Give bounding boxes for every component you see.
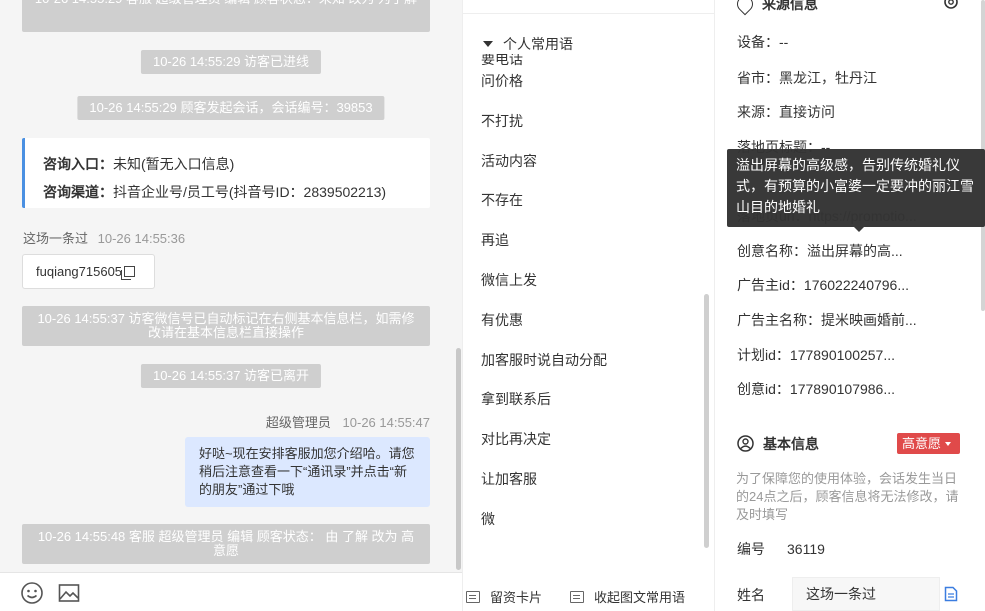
- lead-card-button[interactable]: 留资卡片: [466, 587, 542, 606]
- phrase-item[interactable]: 不打扰: [481, 110, 607, 150]
- phrase-item[interactable]: 不存在: [481, 189, 607, 229]
- phrase-item[interactable]: 对比再决定: [481, 428, 607, 468]
- entry-value: 未知(暂无入口信息): [113, 156, 235, 172]
- creative-name-tooltip: 溢出屏幕的高级感，告别传统婚礼仪式，有预算的小富婆一定要冲的丽江雪山目的地婚礼: [727, 149, 985, 232]
- customer-id-value: 36119: [787, 541, 825, 557]
- phrase-item[interactable]: 再追: [481, 229, 607, 269]
- basic-info-title: 基本信息: [737, 434, 819, 454]
- phrase-scrollbar[interactable]: [704, 294, 709, 548]
- copy-icon[interactable]: [121, 266, 136, 280]
- source-info-key: 设备：: [737, 34, 779, 50]
- source-info-key: 广告主id：: [737, 277, 804, 293]
- collapse-phrases-button[interactable]: 收起图文常用语: [570, 587, 685, 606]
- customer-id-row: 编号 36119: [737, 539, 825, 559]
- phrase-toolbar: 留资卡片 收起图文常用语: [463, 572, 715, 611]
- source-info-value: 177890107986...: [789, 381, 896, 397]
- source-info-row: 广告主名称：提米映画婚前...: [737, 310, 917, 330]
- source-info-value: 176022240796...: [803, 277, 910, 293]
- source-info-value: 177890100257...: [789, 347, 896, 363]
- visitor-message-meta: 这场一条过 10-26 14:55:36: [23, 228, 185, 247]
- channel-label: 咨询渠道：: [43, 184, 113, 200]
- agent-name: 超级管理员: [265, 415, 331, 430]
- file-icon[interactable]: [944, 586, 958, 602]
- channel-value: 抖音企业号/员工号(抖音号ID：2839502213): [113, 184, 387, 200]
- phrase-item[interactable]: 拿到联系后: [481, 388, 607, 428]
- system-message: 10-26 14:55:29 访客已进线: [140, 50, 322, 74]
- agent-message-meta: 超级管理员 10-26 14:55:47: [266, 412, 430, 431]
- phrase-pane: 要电话 个人常用语 问价格 不打扰 活动内容 不存在 再追 微信上发 有优惠 加客服时说自动分…: [462, 0, 715, 611]
- customer-id-label: 编号: [737, 541, 765, 557]
- source-info-value: 黑龙江，牡丹江: [779, 70, 877, 86]
- source-info-key: 计划id：: [737, 347, 790, 363]
- chat-scrollbar[interactable]: [456, 348, 461, 570]
- phrase-item[interactable]: 微信上发: [481, 269, 607, 309]
- caret-down-icon: [945, 442, 952, 446]
- source-info-key: 来源：: [737, 104, 779, 120]
- emoji-icon[interactable]: [20, 581, 44, 605]
- source-info-value: 直接访问: [779, 104, 835, 120]
- phrase-list: 问价格 不打扰 活动内容 不存在 再追 微信上发 有优惠 加客服时说自动分配 拿到联系后 对比再决…: [481, 70, 607, 548]
- chat-pane: 10-26 14:55:29 客服 超级管理员 编辑 顾客状态：未知 改为 为了…: [0, 0, 462, 611]
- agent-time: 10-26 14:55:47: [342, 415, 430, 430]
- collapse-phrases-label: 收起图文常用语: [594, 590, 686, 605]
- customer-name-label: 姓名: [737, 587, 765, 603]
- entry-label: 咨询入口：: [43, 156, 113, 172]
- wechat-id-chip[interactable]: fuqiang715605: [22, 254, 155, 289]
- phrase-item[interactable]: 加客服时说自动分配: [481, 349, 607, 389]
- customer-name-field[interactable]: 这场一条过: [792, 577, 940, 611]
- source-info-key: 广告主名称：: [737, 312, 821, 328]
- edit-deadline-hint: 为了保障您的使用体验，会话发生当日的24点之后，顾客信息将无法修改，请及时填写: [736, 471, 959, 522]
- user-circle-icon: [737, 435, 754, 452]
- wechat-id-text: fuqiang715605: [36, 264, 123, 279]
- system-message: 10-26 14:55:37 访客微信号已自动标记在右侧基本信息栏，如需修改请在…: [22, 306, 430, 346]
- intent-status-label: 高意愿: [902, 436, 942, 451]
- system-message: 10-26 14:55:48 客服 超级管理员 编辑 顾客状态： 由 了解 改为…: [22, 524, 430, 564]
- source-info-value: 溢出屏幕的高...: [807, 243, 903, 259]
- phrase-item[interactable]: 活动内容: [481, 150, 607, 190]
- consult-source-card: 咨询入口：未知(暂无入口信息) 咨询渠道：抖音企业号/员工号(抖音号ID：283…: [22, 138, 430, 208]
- tooltip-arrow: [854, 227, 864, 232]
- settings-icon[interactable]: [942, 0, 960, 10]
- phrase-item[interactable]: 微: [481, 508, 607, 548]
- agent-message-bubble: 好哒~现在安排客服加您介绍哈。请您稍后注意查看一下“通讯录”并点击“新的朋友”通…: [185, 437, 430, 507]
- source-info-key: 省市：: [737, 70, 779, 86]
- app-root: 10-26 14:55:29 客服 超级管理员 编辑 顾客状态：未知 改为 为了…: [0, 0, 985, 611]
- source-info-row: 广告主id：176022240796...: [737, 275, 909, 295]
- source-info-value: 提米映画婚前...: [821, 312, 917, 328]
- source-info-value: --: [779, 34, 789, 50]
- image-icon[interactable]: [57, 581, 81, 605]
- source-info-row: 省市：黑龙江，牡丹江: [737, 68, 877, 88]
- phrase-item[interactable]: 有优惠: [481, 309, 607, 349]
- source-info-row: 创意名称：溢出屏幕的高...: [737, 241, 903, 261]
- source-info-row: 计划id：177890100257...: [737, 345, 895, 365]
- phrase-pane-header-bar: [463, 0, 715, 14]
- caret-down-icon: [483, 41, 493, 47]
- phrase-item[interactable]: 问价格: [481, 70, 607, 110]
- source-info-key: 创意id：: [737, 381, 790, 397]
- system-message: 10-26 14:55:29 客服 超级管理员 编辑 顾客状态：未知 改为 为了…: [22, 0, 430, 32]
- phrase-group-header[interactable]: 个人常用语: [483, 34, 583, 54]
- source-info-row: 来源：直接访问: [737, 102, 835, 122]
- chat-history[interactable]: 10-26 14:55:29 客服 超级管理员 编辑 顾客状态：未知 改为 为了…: [0, 0, 462, 572]
- intent-status-dropdown[interactable]: 高意愿: [897, 433, 960, 454]
- source-info-row: 创意id：177890107986...: [737, 379, 895, 399]
- visitor-time: 10-26 14:55:36: [97, 231, 186, 246]
- document-icon: [570, 591, 584, 603]
- lead-card-label: 留资卡片: [490, 590, 543, 605]
- visitor-name: 这场一条过: [23, 231, 89, 246]
- source-info-title: 来源信息: [733, 0, 818, 16]
- system-message: 10-26 14:55:37 访客已离开: [140, 364, 322, 388]
- location-icon: [733, 0, 757, 16]
- card-icon: [466, 591, 480, 603]
- chat-toolbar: [0, 572, 462, 611]
- source-info-key: 创意名称：: [737, 243, 807, 259]
- phrase-item[interactable]: 让加客服: [481, 468, 607, 508]
- system-message: 10-26 14:55:29 顾客发起会话，会话编号：39853: [77, 96, 385, 120]
- phrase-group-title: 个人常用语: [503, 36, 573, 52]
- source-info-row: 设备：--: [737, 32, 788, 52]
